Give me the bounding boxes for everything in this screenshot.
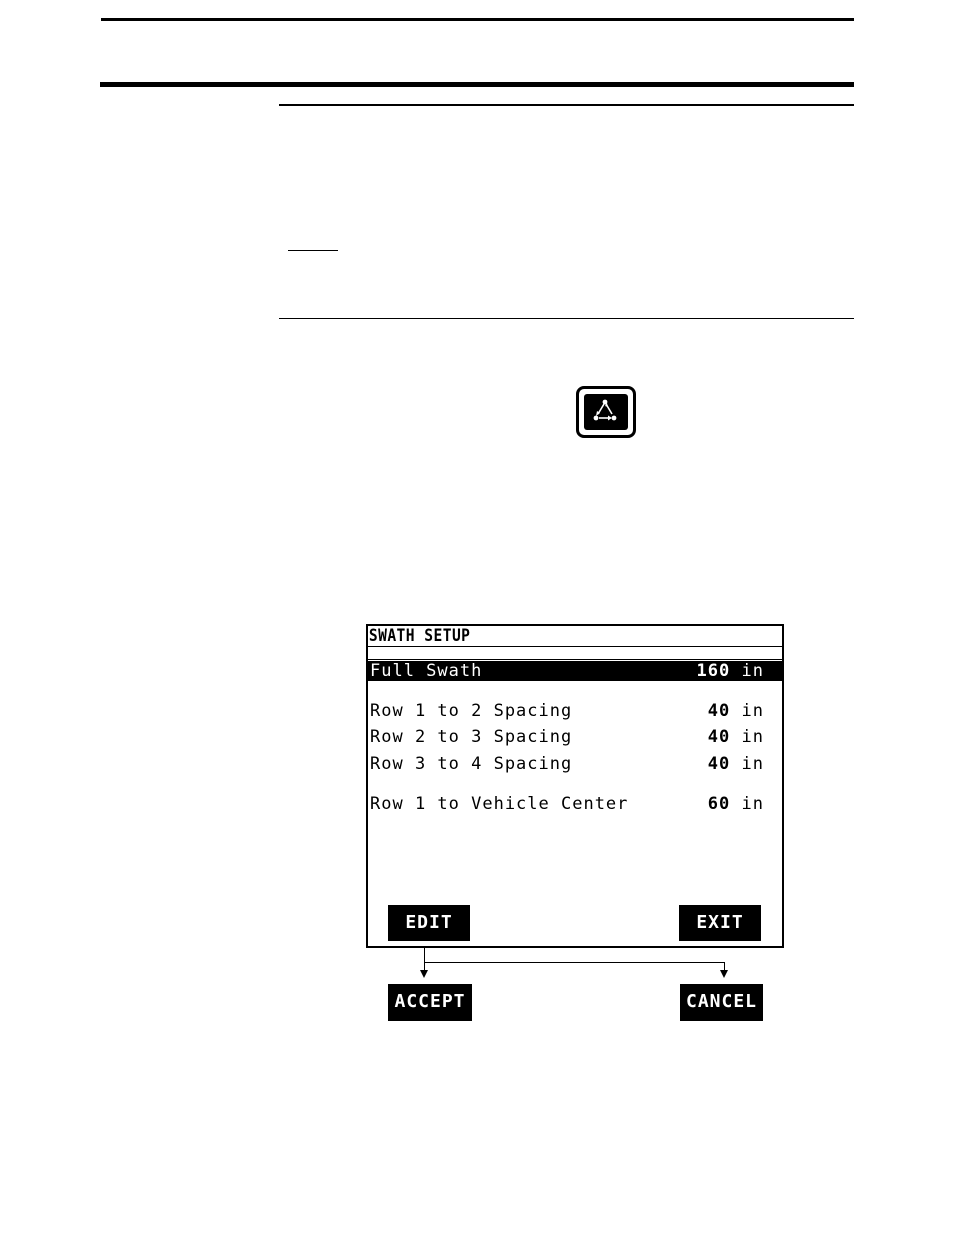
row-value: 160 in (697, 661, 764, 681)
connector-vertical-edit (424, 946, 425, 970)
title-divider-lower (368, 659, 782, 660)
row-value-number: 40 (707, 754, 731, 774)
connector-horizontal (424, 962, 725, 963)
row-value-number: 40 (707, 701, 731, 721)
cancel-button[interactable]: CANCEL (680, 984, 763, 1021)
triangle-arrows-icon (593, 399, 617, 421)
setting-row-row1-vehicle-center[interactable]: Row 1 to Vehicle Center 60 in (368, 794, 782, 814)
row-value: 40 in (708, 727, 764, 747)
screen-title: SWATH SETUP (368, 626, 471, 646)
row-unit: in (741, 794, 764, 814)
title-divider (368, 646, 782, 647)
arrow-down-accept-icon (420, 970, 428, 978)
setting-row-full-swath[interactable]: Full Swath 160 in (368, 661, 782, 681)
row-label: Row 2 to 3 Spacing (370, 727, 573, 747)
header-rule-top (101, 18, 854, 21)
edit-button[interactable]: EDIT (388, 905, 470, 941)
row-value-number: 160 (696, 661, 731, 681)
row-label: Row 1 to 2 Spacing (370, 701, 573, 721)
row-label: Row 1 to Vehicle Center (370, 794, 629, 814)
note-label-underline (288, 250, 338, 251)
row-value: 40 in (708, 701, 764, 721)
row-unit: in (741, 661, 764, 681)
row-label: Row 3 to 4 Spacing (370, 754, 573, 774)
setting-row-row2-3-spacing[interactable]: Row 2 to 3 Spacing 40 in (368, 727, 782, 747)
accept-button[interactable]: ACCEPT (388, 984, 472, 1021)
arrow-down-cancel-icon (720, 970, 728, 978)
setting-row-row1-2-spacing[interactable]: Row 1 to 2 Spacing 40 in (368, 701, 782, 721)
swath-setup-screen: SWATH SETUP Full Swath 160 in Row 1 to 2… (366, 624, 784, 948)
row-label: Full Swath (370, 661, 483, 681)
row-unit: in (741, 754, 764, 774)
note-rule-bottom (279, 318, 854, 319)
row-value: 60 in (708, 794, 764, 814)
exit-button[interactable]: EXIT (679, 905, 761, 941)
row-unit: in (741, 701, 764, 721)
setup-key-icon (576, 386, 636, 438)
note-rule-top (279, 104, 854, 106)
row-value-number: 60 (707, 794, 731, 814)
setup-key-icon-face (584, 394, 628, 430)
row-value-number: 40 (707, 727, 731, 747)
setting-row-row3-4-spacing[interactable]: Row 3 to 4 Spacing 40 in (368, 754, 782, 774)
row-value: 40 in (708, 754, 764, 774)
header-rule-bottom (100, 82, 854, 87)
connector-vertical-cancel (724, 962, 725, 970)
row-unit: in (741, 727, 764, 747)
